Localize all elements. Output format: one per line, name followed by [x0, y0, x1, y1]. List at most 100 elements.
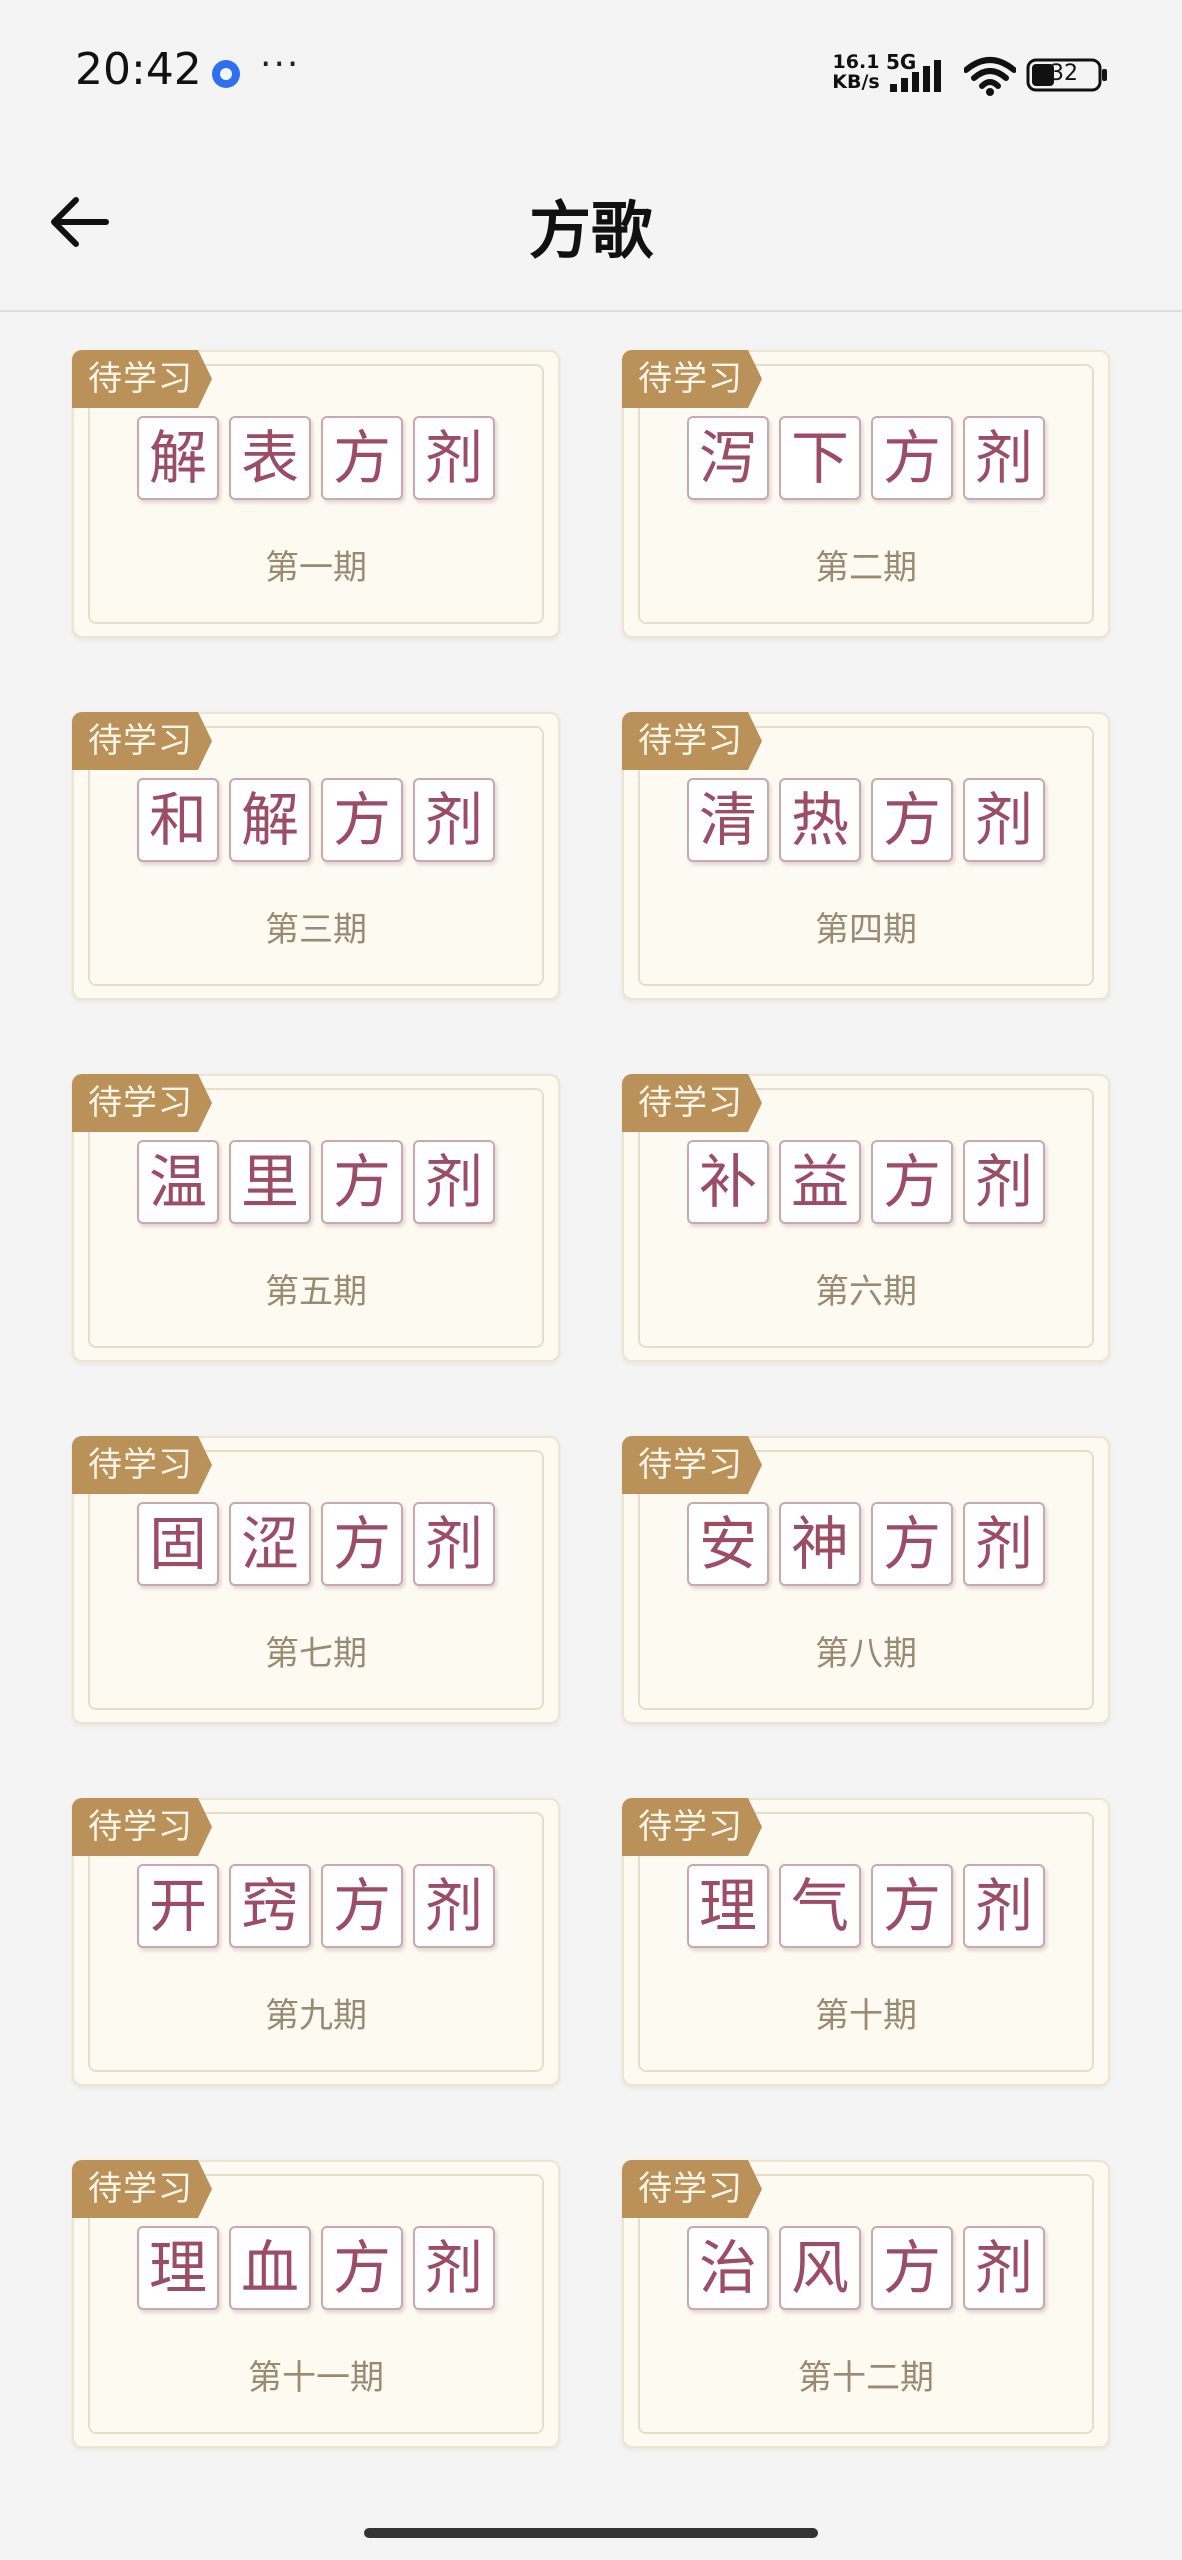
title-char: 方	[871, 1864, 953, 1948]
card-period: 第九期	[265, 1996, 367, 2036]
course-card[interactable]: 待学习 温 里 方 剂 第五期	[72, 1074, 560, 1362]
status-badge: 待学习	[72, 1798, 212, 1856]
title-char: 解	[229, 778, 311, 862]
title-char: 剂	[963, 2226, 1045, 2310]
title-char: 和	[137, 778, 219, 862]
status-badge: 待学习	[72, 350, 212, 408]
title-char: 剂	[963, 778, 1045, 862]
status-badge: 待学习	[622, 1074, 762, 1132]
card-period: 第一期	[265, 548, 367, 588]
network-speed: 16.1 KB/s	[826, 52, 886, 92]
title-char: 清	[687, 778, 769, 862]
course-card[interactable]: 待学习 固 涩 方 剂 第七期	[72, 1436, 560, 1724]
title-char: 剂	[413, 1140, 495, 1224]
title-char: 治	[687, 2226, 769, 2310]
signal-icon	[890, 60, 941, 92]
title-char: 固	[137, 1502, 219, 1586]
course-card[interactable]: 待学习 理 血 方 剂 第十一期	[72, 2160, 560, 2448]
title-char: 剂	[413, 1864, 495, 1948]
course-card[interactable]: 待学习 治 风 方 剂 第十二期	[622, 2160, 1110, 2448]
title-char: 剂	[963, 416, 1045, 500]
title-char: 热	[779, 778, 861, 862]
status-time: 20:42	[75, 44, 202, 95]
title-char: 剂	[413, 778, 495, 862]
title-char: 方	[321, 1864, 403, 1948]
network-speed-value: 16.1	[832, 51, 880, 73]
title-char: 涩	[229, 1502, 311, 1586]
card-title-chars: 泻 下 方 剂	[624, 416, 1108, 500]
title-char: 窍	[229, 1864, 311, 1948]
title-char: 剂	[963, 1864, 1045, 1948]
status-bar: 20:42 ··· 16.1 KB/s 5G 32	[0, 0, 1182, 140]
status-badge: 待学习	[622, 1436, 762, 1494]
card-period: 第四期	[815, 910, 917, 950]
card-period: 第十一期	[248, 2358, 384, 2398]
course-card[interactable]: 待学习 补 益 方 剂 第六期	[622, 1074, 1110, 1362]
battery-icon: 32	[1026, 58, 1110, 96]
status-badge: 待学习	[72, 1074, 212, 1132]
card-title-chars: 理 血 方 剂	[74, 2226, 558, 2310]
title-char: 方	[321, 1502, 403, 1586]
status-badge: 待学习	[72, 712, 212, 770]
status-badge: 待学习	[72, 1436, 212, 1494]
card-period: 第六期	[815, 1272, 917, 1312]
title-char: 方	[871, 778, 953, 862]
card-period: 第五期	[265, 1272, 367, 1312]
card-period: 第二期	[815, 548, 917, 588]
course-grid: 待学习 解 表 方 剂 第一期 待学习 泻 下 方 剂 第二期 待学习 和 解 …	[72, 350, 1110, 2448]
card-period: 第七期	[265, 1634, 367, 1674]
course-card[interactable]: 待学习 泻 下 方 剂 第二期	[622, 350, 1110, 638]
title-char: 剂	[963, 1140, 1045, 1224]
card-title-chars: 理 气 方 剂	[624, 1864, 1108, 1948]
title-char: 理	[137, 2226, 219, 2310]
card-period: 第十二期	[798, 2358, 934, 2398]
title-char: 气	[779, 1864, 861, 1948]
title-char: 剂	[413, 1502, 495, 1586]
course-card[interactable]: 待学习 理 气 方 剂 第十期	[622, 1798, 1110, 2086]
card-title-chars: 补 益 方 剂	[624, 1140, 1108, 1224]
title-char: 方	[871, 416, 953, 500]
title-char: 血	[229, 2226, 311, 2310]
title-char: 方	[321, 1140, 403, 1224]
title-char: 里	[229, 1140, 311, 1224]
card-title-chars: 开 窍 方 剂	[74, 1864, 558, 1948]
title-char: 下	[779, 416, 861, 500]
title-char: 理	[687, 1864, 769, 1948]
course-card[interactable]: 待学习 和 解 方 剂 第三期	[72, 712, 560, 1000]
course-card[interactable]: 待学习 解 表 方 剂 第一期	[72, 350, 560, 638]
home-indicator[interactable]	[364, 2528, 818, 2538]
course-card[interactable]: 待学习 开 窍 方 剂 第九期	[72, 1798, 560, 2086]
title-char: 方	[321, 416, 403, 500]
title-char: 方	[871, 1502, 953, 1586]
card-title-chars: 温 里 方 剂	[74, 1140, 558, 1224]
course-card[interactable]: 待学习 清 热 方 剂 第四期	[622, 712, 1110, 1000]
title-char: 方	[871, 2226, 953, 2310]
card-title-chars: 安 神 方 剂	[624, 1502, 1108, 1586]
status-more-indicator: ···	[260, 44, 301, 85]
card-period: 第三期	[265, 910, 367, 950]
status-badge: 待学习	[622, 2160, 762, 2218]
page-title: 方歌	[528, 194, 653, 267]
app-notification-icon	[212, 60, 240, 88]
title-char: 剂	[413, 416, 495, 500]
title-char: 解	[137, 416, 219, 500]
card-period: 第八期	[815, 1634, 917, 1674]
title-char: 方	[321, 2226, 403, 2310]
course-card[interactable]: 待学习 安 神 方 剂 第八期	[622, 1436, 1110, 1724]
status-badge: 待学习	[622, 350, 762, 408]
card-period: 第十期	[815, 1996, 917, 2036]
title-char: 温	[137, 1140, 219, 1224]
title-char: 安	[687, 1502, 769, 1586]
title-char: 益	[779, 1140, 861, 1224]
title-char: 风	[779, 2226, 861, 2310]
card-title-chars: 解 表 方 剂	[74, 416, 558, 500]
card-title-chars: 固 涩 方 剂	[74, 1502, 558, 1586]
network-speed-unit: KB/s	[832, 71, 880, 93]
title-char: 剂	[963, 1502, 1045, 1586]
page-header: 方歌	[0, 140, 1182, 312]
title-char: 补	[687, 1140, 769, 1224]
card-title-chars: 治 风 方 剂	[624, 2226, 1108, 2310]
wifi-icon	[964, 57, 1016, 96]
title-char: 神	[779, 1502, 861, 1586]
title-char: 方	[871, 1140, 953, 1224]
